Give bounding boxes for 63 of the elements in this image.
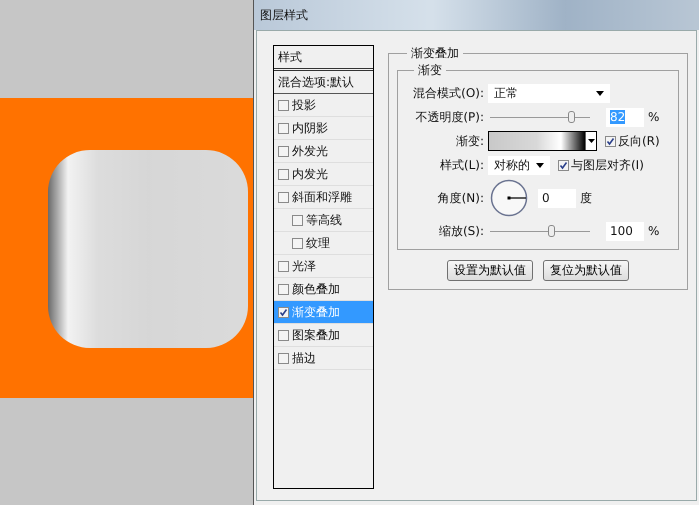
checkbox[interactable] xyxy=(292,238,303,248)
item-label: 纹理 xyxy=(306,234,330,252)
item-label: 斜面和浮雕 xyxy=(292,188,352,206)
field-label: 缩放(S): xyxy=(438,222,484,240)
list-item[interactable]: 混合选项:默认 xyxy=(274,71,373,94)
item-label: 投影 xyxy=(292,96,316,114)
scale-input[interactable]: 100 xyxy=(606,222,644,240)
checkbox[interactable] xyxy=(278,100,289,110)
unit-label: % xyxy=(648,110,660,124)
list-item[interactable]: 斜面和浮雕 xyxy=(274,186,373,209)
list-item[interactable]: 纹理 xyxy=(274,232,373,255)
list-item[interactable]: 内发光 xyxy=(274,163,373,186)
checkbox[interactable] xyxy=(278,352,289,364)
checkbox[interactable] xyxy=(278,260,289,272)
checkbox[interactable] xyxy=(278,284,289,294)
item-label: 等高线 xyxy=(306,212,342,228)
checkbox[interactable] xyxy=(278,122,289,134)
group-title: 渐变 xyxy=(417,62,443,79)
unit-label: 度 xyxy=(580,190,592,206)
slider-handle[interactable] xyxy=(548,224,555,236)
dialog-button[interactable]: 设置为默认值 xyxy=(447,260,533,281)
item-label: 描边 xyxy=(292,350,316,366)
gradient-picker[interactable] xyxy=(488,131,597,151)
angle-dial[interactable] xyxy=(490,179,528,217)
list-item[interactable]: 等高线 xyxy=(274,209,373,232)
item-label: 光泽 xyxy=(292,258,316,274)
checkbox[interactable] xyxy=(278,306,289,318)
list-item[interactable]: 描边 xyxy=(274,347,373,370)
angle-input[interactable]: 0 xyxy=(538,188,576,208)
list-item[interactable]: 图案叠加 xyxy=(274,324,373,347)
field-label: 混合模式(O): xyxy=(412,84,484,102)
list-item[interactable]: 光泽 xyxy=(274,255,373,278)
field-label: 样式(L): xyxy=(438,156,484,174)
checkbox[interactable] xyxy=(278,330,289,340)
style-dropdown[interactable]: 对称的 xyxy=(488,156,550,174)
slider-handle[interactable] xyxy=(568,110,575,122)
reverse-checkbox[interactable]: 反向(R) xyxy=(605,132,660,150)
checkbox[interactable] xyxy=(278,146,289,156)
field-label: 不透明度(P): xyxy=(414,108,484,126)
list-item[interactable]: 内阴影 xyxy=(274,117,373,140)
checkbox[interactable] xyxy=(278,192,289,202)
window-title: 图层样式 xyxy=(260,6,308,24)
list-item[interactable]: 外发光 xyxy=(274,140,373,163)
section-title: 渐变叠加 xyxy=(410,45,460,62)
item-label: 内发光 xyxy=(292,166,328,182)
checkbox[interactable] xyxy=(278,168,289,180)
blend-mode-dropdown[interactable]: 正常 xyxy=(488,84,610,102)
caret-icon xyxy=(588,139,594,143)
caret-icon xyxy=(596,90,604,96)
item-label: 渐变叠加 xyxy=(292,304,340,320)
caret-icon xyxy=(536,162,544,168)
dialog-button[interactable]: 复位为默认值 xyxy=(543,260,629,281)
list-item[interactable]: 投影 xyxy=(274,94,373,117)
checkbox[interactable] xyxy=(292,214,303,226)
field-label: 渐变: xyxy=(454,132,484,150)
align-checkbox[interactable]: 与图层对齐(I) xyxy=(558,156,644,174)
item-label: 外发光 xyxy=(292,142,328,160)
item-label: 内阴影 xyxy=(292,120,328,136)
item-label: 图案叠加 xyxy=(292,326,340,344)
list-header: 样式 xyxy=(274,46,373,71)
unit-label: % xyxy=(648,224,660,238)
item-label: 颜色叠加 xyxy=(292,280,340,298)
field-label: 角度(N): xyxy=(436,190,484,206)
